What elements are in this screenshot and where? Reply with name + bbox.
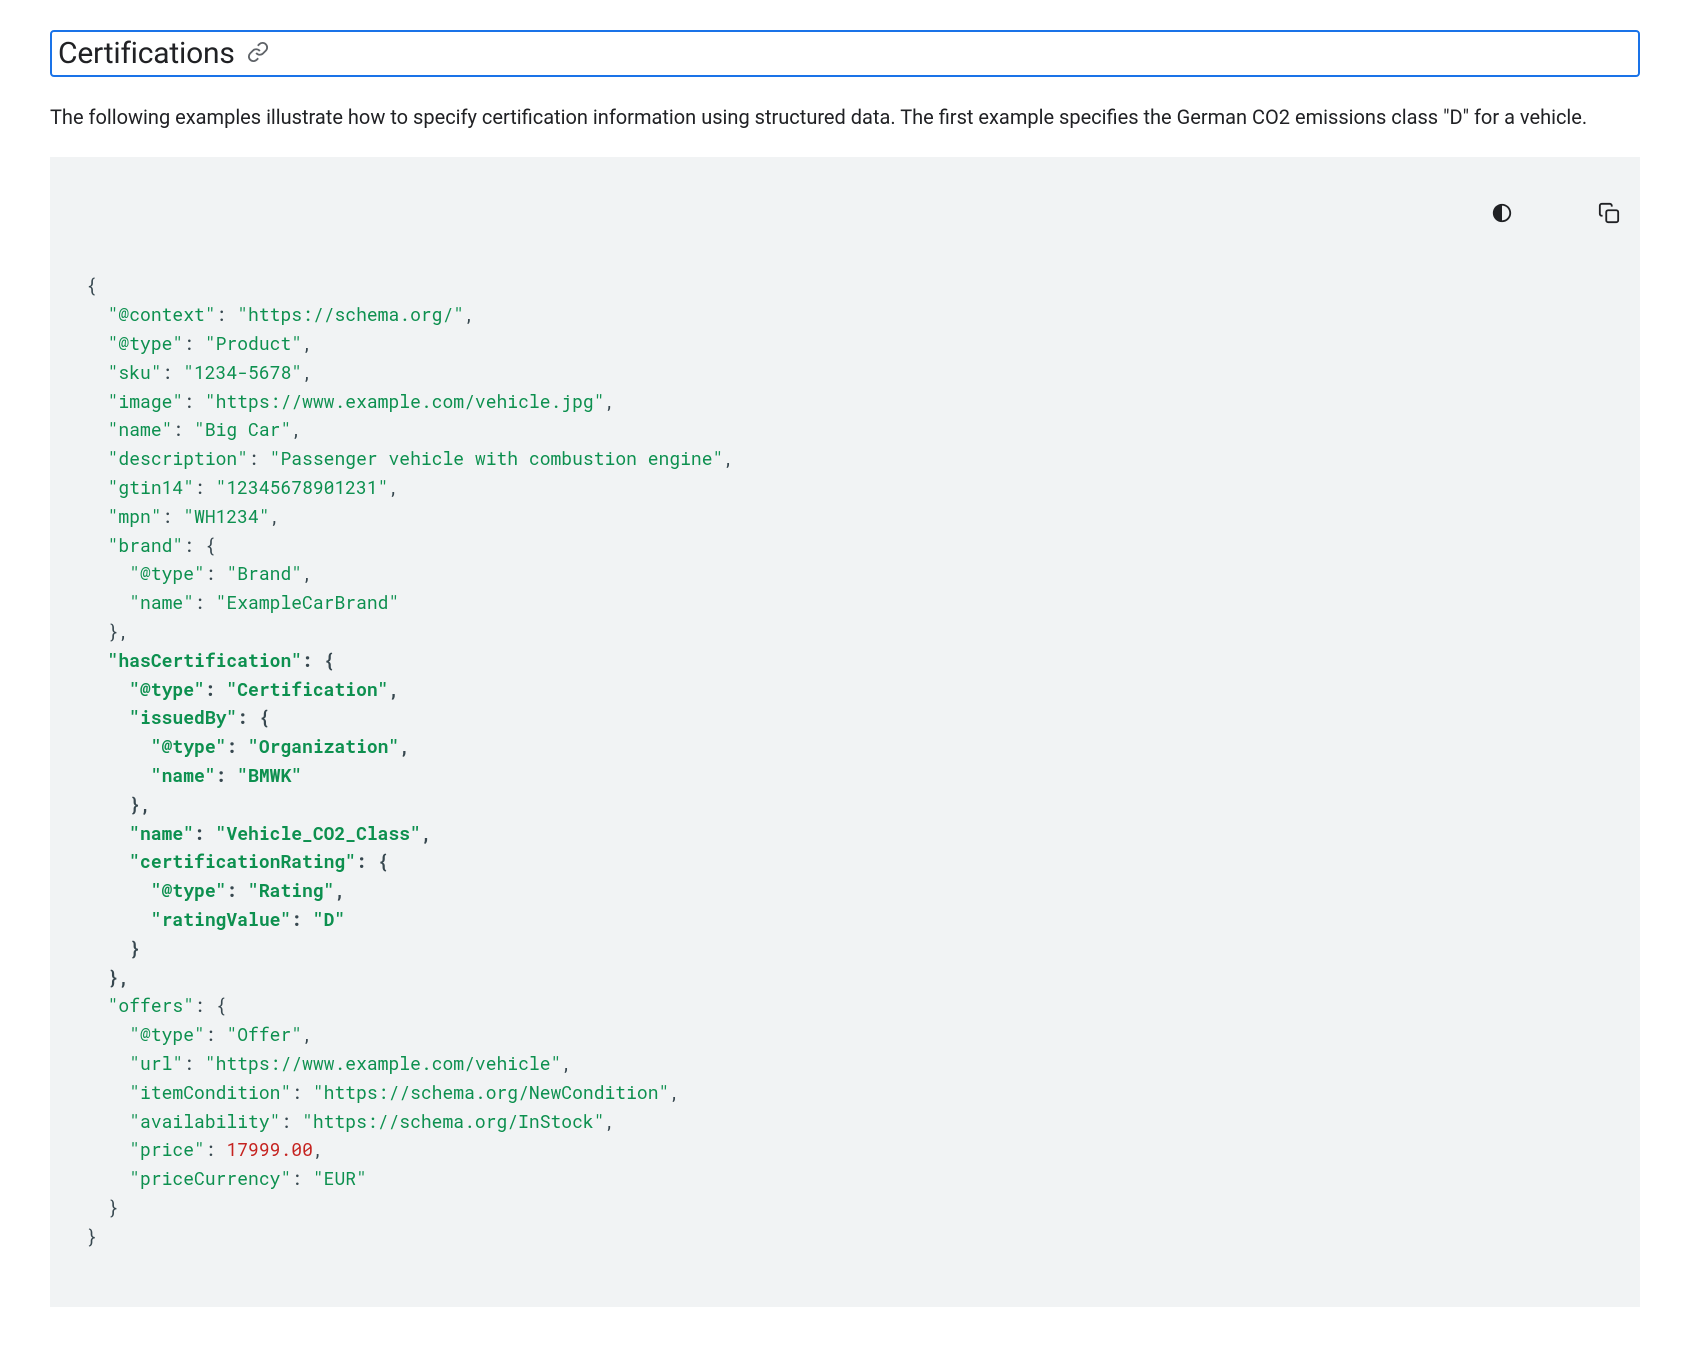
section-description: The following examples illustrate how to… — [50, 101, 1640, 133]
code-block: { "@context": "https://schema.org/", "@t… — [50, 157, 1640, 1307]
section-heading: Certifications — [58, 36, 235, 71]
code-content: { "@context": "https://schema.org/", "@t… — [86, 271, 1604, 1250]
link-icon[interactable] — [247, 41, 269, 67]
code-toolbar — [1426, 173, 1620, 260]
copy-icon[interactable] — [1533, 173, 1620, 260]
theme-toggle-icon[interactable] — [1426, 173, 1513, 260]
section-heading-container: Certifications — [50, 30, 1640, 77]
